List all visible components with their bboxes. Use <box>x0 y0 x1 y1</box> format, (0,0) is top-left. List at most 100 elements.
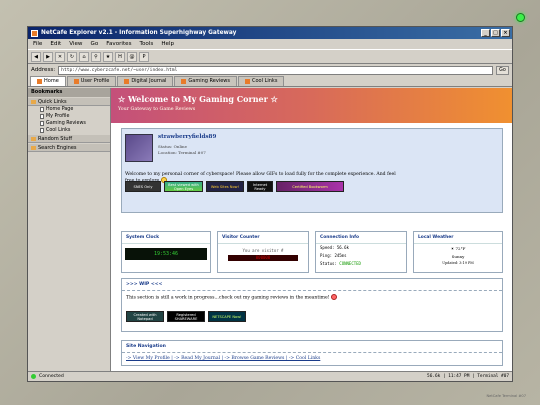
tab-gaming-reviews[interactable]: Gaming Reviews <box>174 76 237 86</box>
wip-badges: Created with Notepad Registered SHAREWAR… <box>126 311 246 322</box>
page-title: ☆ Welcome to My Gaming Corner ☆ <box>118 94 278 104</box>
print-icon[interactable]: P <box>139 51 149 62</box>
menu-file[interactable]: File <box>33 41 42 47</box>
tab-cool-links[interactable]: Cool Links <box>238 76 285 86</box>
sidebar-header: Bookmarks <box>28 88 110 97</box>
status-right: 56.6k | 11:47 PM | Terminal #07 <box>427 374 509 379</box>
menu-go[interactable]: Go <box>91 41 99 47</box>
stop-icon[interactable]: ✕ <box>55 51 65 62</box>
address-label: Address: <box>31 67 56 73</box>
badge-shareware[interactable]: Registered SHAREWARE <box>167 311 205 322</box>
tab-label: Digital Journal <box>131 78 167 84</box>
window-title: NetCafe Explorer v2.1 - Information Supe… <box>41 30 237 36</box>
tab-icon <box>181 79 187 84</box>
connection-status: Status: CONNECTED <box>316 260 406 268</box>
sidebar-item-label: My Profile <box>46 114 70 119</box>
tab-digital-journal[interactable]: Digital Journal <box>117 76 174 86</box>
menu-edit[interactable]: Edit <box>50 41 61 47</box>
status-left: Connected <box>39 374 64 379</box>
emoji-icon <box>331 294 338 300</box>
menu-bar: File Edit View Go Favorites Tools Help <box>28 39 512 49</box>
wip-text: This section is still a work in progress… <box>122 291 502 304</box>
close-button[interactable]: × <box>501 29 510 37</box>
widget-title: Visitor Counter <box>218 232 308 244</box>
badge-certified-bookworm[interactable]: Certified Bookworm <box>276 181 344 192</box>
monitor-screen: NetCafe Explorer v2.1 - Information Supe… <box>0 0 540 405</box>
refresh-icon[interactable]: ↻ <box>67 51 77 62</box>
wip-message: This section is still a work in progress… <box>126 295 330 301</box>
toolbar: ◀ ▶ ✕ ↻ ⌂ ⚲ ★ H @ P <box>28 49 512 64</box>
menu-tools[interactable]: Tools <box>140 41 154 47</box>
widget-title: Connection Info <box>316 232 406 244</box>
folder-icon <box>31 99 36 104</box>
title-bar: NetCafe Explorer v2.1 - Information Supe… <box>28 27 512 39</box>
connection-speed: Speed: 56.6k <box>320 245 349 250</box>
tab-user-profile[interactable]: User Profile <box>66 76 117 86</box>
avatar <box>125 134 153 162</box>
weather-temp: ☀ 72°F <box>450 246 466 251</box>
tab-icon <box>245 79 250 84</box>
badge-open-eyes[interactable]: Best viewed with Open Eyes <box>164 181 203 192</box>
go-button[interactable]: Go <box>496 65 509 75</box>
browser-window: NetCafe Explorer v2.1 - Information Supe… <box>27 26 513 382</box>
sidebar-item-home-page[interactable]: Home Page <box>28 106 110 113</box>
page-banner: ☆ Welcome to My Gaming Corner ☆ Your Gat… <box>111 88 512 123</box>
visitor-counter-widget: Visitor Counter You are visitor # 000000 <box>217 231 309 273</box>
sidebar-item-label: Gaming Reviews <box>46 121 86 126</box>
badge-snes[interactable]: SNES Only <box>125 181 161 192</box>
search-icon[interactable]: ⚲ <box>91 51 101 62</box>
user-location: Location: Terminal #07 <box>158 150 206 155</box>
address-input[interactable]: http://www.cyberzcafe.net/~user/index.ht… <box>58 65 493 75</box>
favorites-icon[interactable]: ★ <box>103 51 113 62</box>
weather-updated: Updated: 3:19 PM <box>442 261 474 265</box>
terminal-label: NetCafe Terminal #07 <box>486 394 526 398</box>
history-icon[interactable]: H <box>115 51 125 62</box>
sidebar-section-random-stuff[interactable]: Random Stuff <box>28 135 110 143</box>
badge-row: SNES Only Best viewed with Open Eyes Web… <box>125 181 344 192</box>
sidebar-item-my-profile[interactable]: My Profile <box>28 113 110 120</box>
weather-condition: Sunny <box>451 253 465 259</box>
address-bar: Address: http://www.cyberzcafe.net/~user… <box>28 64 512 76</box>
nav-links[interactable]: -> View My Profile | -> Read My Journal … <box>122 353 502 364</box>
username[interactable]: strawberryfields89 <box>158 134 216 140</box>
tab-label: Gaming Reviews <box>188 78 230 84</box>
tab-label: Cool Links <box>252 78 278 84</box>
back-icon[interactable]: ◀ <box>31 51 41 62</box>
tab-icon <box>124 79 130 84</box>
menu-view[interactable]: View <box>69 41 82 47</box>
section-label: Quick Links <box>38 98 67 105</box>
tab-icon <box>37 79 42 84</box>
badge-internet-ready[interactable]: Internet Ready <box>247 181 273 192</box>
section-label: Search Engines <box>38 144 77 151</box>
badge-netscape[interactable]: NETSCAPE Now! <box>208 311 246 322</box>
power-led <box>516 13 525 22</box>
menu-help[interactable]: Help <box>161 41 174 47</box>
maximize-button[interactable]: □ <box>491 29 500 37</box>
bookmarks-sidebar: Bookmarks Quick Links Home Page My Profi… <box>28 88 111 371</box>
section-label: Random Stuff <box>38 135 73 142</box>
sidebar-item-cool-links[interactable]: Cool Links <box>28 127 110 134</box>
status-bar: Connected 56.6k | 11:47 PM | Terminal #0… <box>28 371 512 381</box>
sidebar-item-gaming-reviews[interactable]: Gaming Reviews <box>28 120 110 127</box>
home-icon[interactable]: ⌂ <box>79 51 89 62</box>
folder-icon <box>31 145 36 150</box>
sidebar-section-quick-links[interactable]: Quick Links <box>28 98 110 106</box>
profile-card: strawberryfields89 Status: Online Locati… <box>121 128 503 213</box>
page-icon <box>40 107 44 112</box>
page-icon <box>40 128 44 133</box>
minimize-button[interactable]: _ <box>481 29 490 37</box>
badge-notepad[interactable]: Created with Notepad <box>126 311 164 322</box>
page-content: ☆ Welcome to My Gaming Corner ☆ Your Gat… <box>111 88 512 371</box>
sidebar-section-search-engines[interactable]: Search Engines <box>28 144 110 152</box>
app-icon <box>31 29 38 37</box>
sidebar-item-label: Cool Links <box>46 128 71 133</box>
forward-icon[interactable]: ▶ <box>43 51 53 62</box>
connection-ping: Ping: 245ms <box>320 253 347 258</box>
badge-web-sites-now[interactable]: Web Sites Now! <box>206 181 244 192</box>
tab-home[interactable]: Home <box>30 76 66 86</box>
tab-bar: Home User Profile Digital Journal Gaming… <box>28 76 512 87</box>
site-navigation: Site Navigation -> View My Profile | -> … <box>121 340 503 366</box>
menu-favorites[interactable]: Favorites <box>106 41 131 47</box>
mail-icon[interactable]: @ <box>127 51 137 62</box>
system-clock-widget: System Clock 19:53:46 <box>121 231 211 273</box>
